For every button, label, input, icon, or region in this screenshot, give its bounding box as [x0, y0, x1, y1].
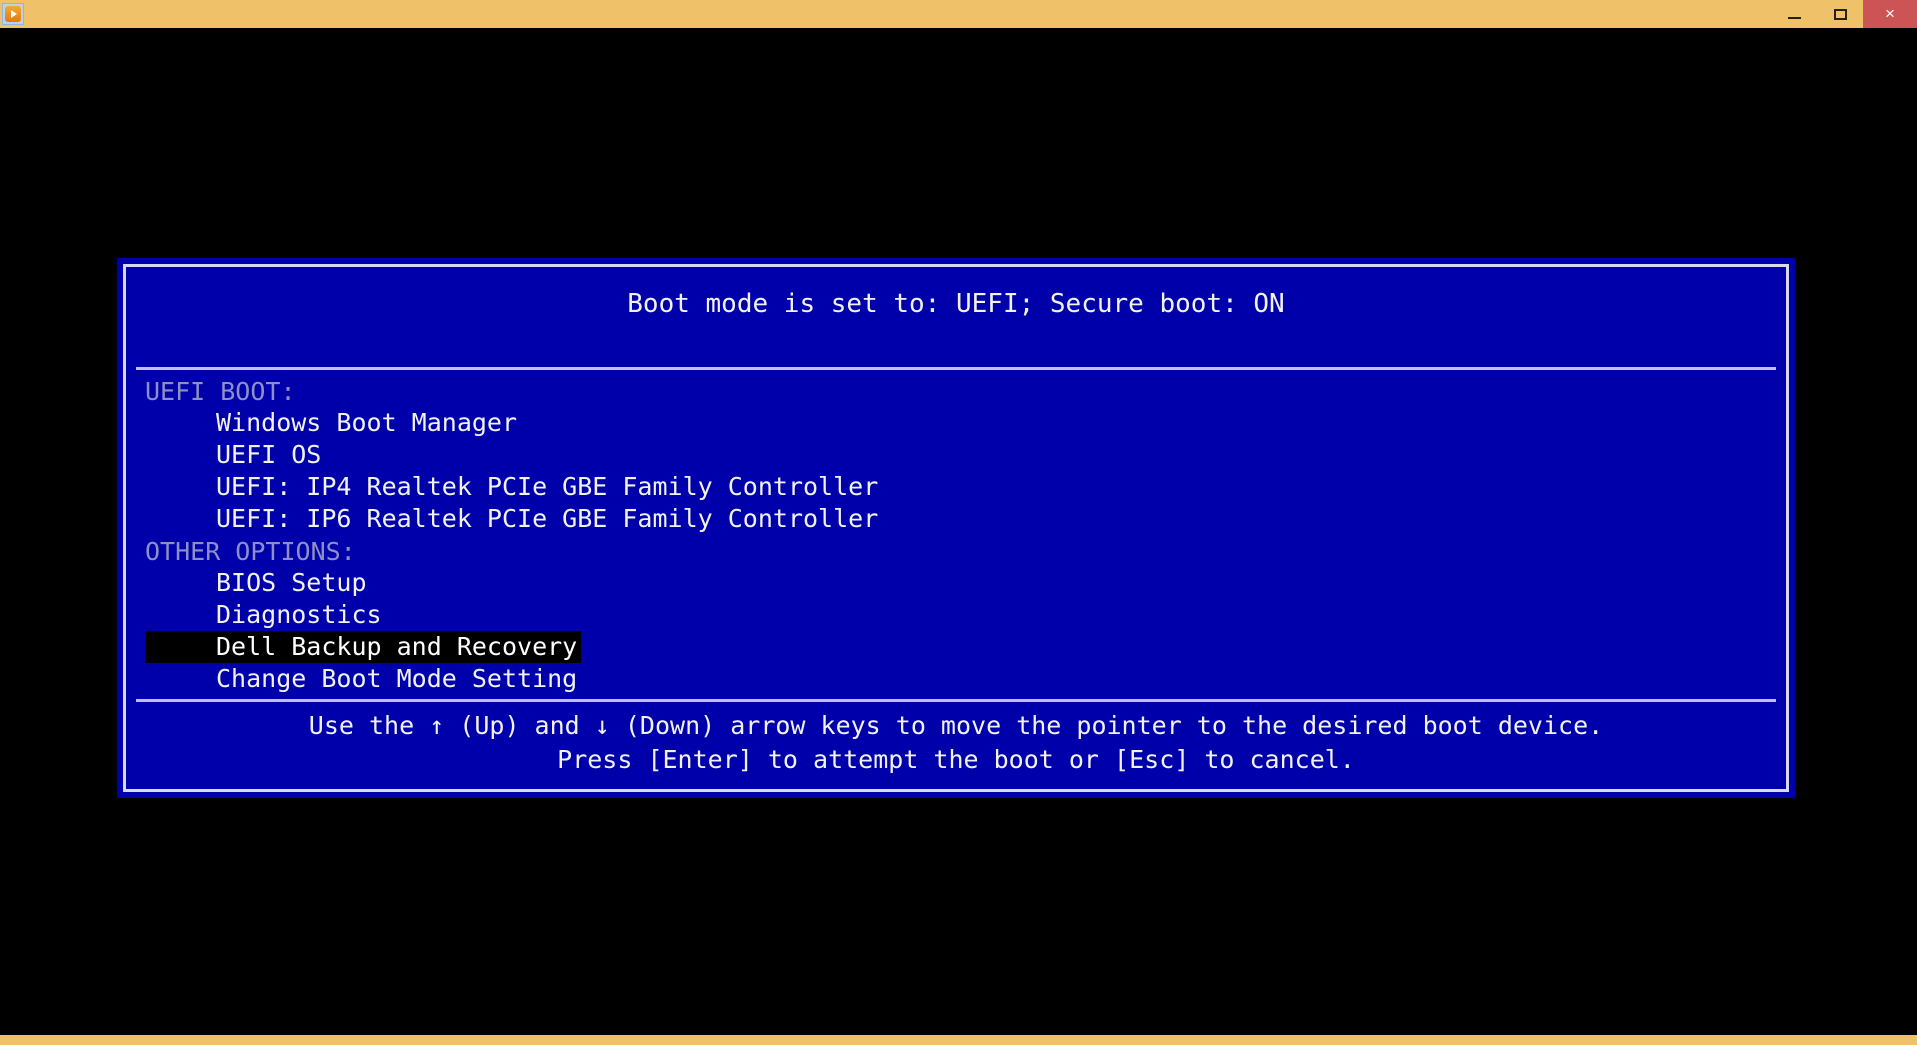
close-button[interactable]: × [1863, 0, 1917, 28]
boot-option-label: Change Boot Mode Setting [216, 664, 578, 693]
boot-option-label: Diagnostics [216, 600, 382, 629]
close-icon: × [1885, 4, 1895, 23]
maximize-icon [1833, 8, 1847, 20]
maximize-button[interactable] [1817, 0, 1863, 28]
boot-option-uefi-ip4-realtek[interactable]: UEFI: IP4 Realtek PCIe GBE Family Contro… [126, 471, 1786, 503]
window-titlebar[interactable]: × [0, 0, 1917, 28]
boot-option-label: Windows Boot Manager [216, 408, 518, 437]
screen-content-area: Boot mode is set to: UEFI; Secure boot: … [0, 28, 1917, 1035]
boot-option-change-boot-mode-setting[interactable]: Change Boot Mode Setting [126, 663, 1786, 695]
minimize-icon [1787, 17, 1801, 19]
boot-option-label: UEFI: IP6 Realtek PCIe GBE Family Contro… [216, 504, 879, 533]
boot-option-uefi-os[interactable]: UEFI OS [126, 439, 1786, 471]
boot-option-bios-setup[interactable]: BIOS Setup [126, 567, 1786, 599]
minimize-button[interactable] [1771, 0, 1817, 28]
boot-menu-dialog: Boot mode is set to: UEFI; Secure boot: … [117, 258, 1795, 798]
help-line-arrow-keys: Use the ↑ (Up) and ↓ (Down) arrow keys t… [308, 711, 1604, 740]
boot-option-label: Dell Backup and Recovery [145, 631, 582, 663]
boot-option-label: UEFI OS [216, 440, 322, 469]
application-window: × Boot mode is set to: UEFI; Secure boot… [0, 0, 1917, 1045]
boot-option-dell-backup-and-recovery[interactable]: Dell Backup and Recovery [126, 631, 1786, 663]
boot-menu-list: UEFI BOOT: Windows Boot Manager UEFI OS … [126, 375, 1786, 695]
divider-top [136, 367, 1776, 370]
boot-mode-status-title: Boot mode is set to: UEFI; Secure boot: … [627, 289, 1285, 319]
boot-option-windows-boot-manager[interactable]: Windows Boot Manager [126, 407, 1786, 439]
help-line-enter-esc: Press [Enter] to attempt the boot or [Es… [557, 745, 1355, 774]
section-header-other-options: OTHER OPTIONS: [145, 536, 356, 566]
window-bottom-frame [0, 1035, 1917, 1045]
boot-option-label: BIOS Setup [216, 568, 367, 597]
play-triangle-icon [5, 6, 21, 22]
section-header-uefi-boot: UEFI BOOT: [145, 376, 296, 406]
media-play-icon[interactable] [2, 3, 24, 25]
boot-menu-frame: Boot mode is set to: UEFI; Secure boot: … [123, 264, 1789, 792]
divider-bottom [136, 699, 1776, 702]
boot-option-label: UEFI: IP4 Realtek PCIe GBE Family Contro… [216, 472, 879, 501]
boot-option-uefi-ip6-realtek[interactable]: UEFI: IP6 Realtek PCIe GBE Family Contro… [126, 503, 1786, 535]
boot-option-diagnostics[interactable]: Diagnostics [126, 599, 1786, 631]
boot-menu-help-text: Use the ↑ (Up) and ↓ (Down) arrow keys t… [126, 709, 1786, 777]
window-controls: × [1771, 0, 1917, 28]
